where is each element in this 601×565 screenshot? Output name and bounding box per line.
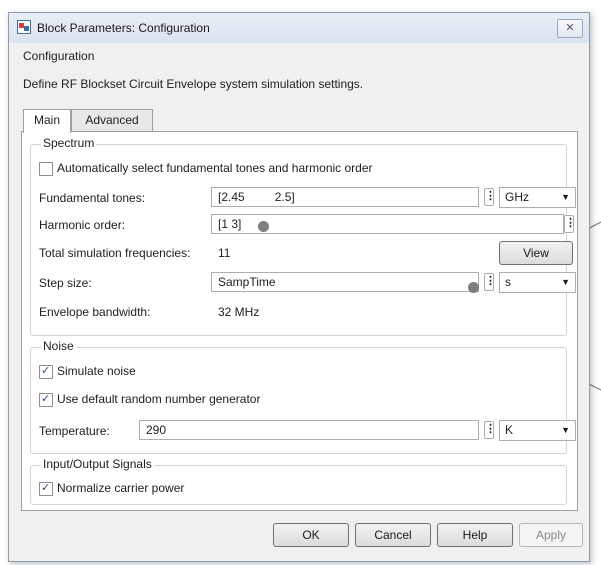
chevron-down-icon: ▼ bbox=[561, 277, 570, 287]
total-frequencies-value: 11 bbox=[218, 246, 231, 260]
apply-button[interactable]: Apply bbox=[519, 523, 583, 547]
close-button[interactable]: ✕ bbox=[557, 19, 583, 38]
temperature-options-button[interactable]: ⋮ bbox=[484, 421, 496, 439]
fundamental-tones-label: Fundamental tones: bbox=[39, 191, 146, 205]
chevron-down-icon: ▼ bbox=[561, 192, 570, 202]
step-size-unit-value: s bbox=[505, 275, 511, 289]
simulate-noise-checkbox[interactable] bbox=[39, 364, 53, 379]
temperature-unit-value: K bbox=[505, 423, 514, 437]
temperature-input[interactable]: 290 bbox=[139, 420, 479, 440]
view-button[interactable]: View bbox=[499, 241, 573, 265]
auto-select-checkbox[interactable] bbox=[39, 162, 53, 176]
tab-main[interactable]: Main bbox=[23, 109, 71, 133]
step-size-label: Step size: bbox=[39, 276, 92, 290]
default-rng-checkbox[interactable] bbox=[39, 392, 53, 407]
block-parameters-dialog: Block Parameters: Configuration ✕ Config… bbox=[8, 12, 590, 562]
envelope-bandwidth-label: Envelope bandwidth: bbox=[39, 305, 151, 319]
step-size-callout-dot bbox=[468, 282, 479, 293]
title-bar: Block Parameters: Configuration ✕ bbox=[9, 13, 589, 43]
spectrum-group: Spectrum Automatically select fundamenta… bbox=[30, 136, 576, 336]
io-signals-group-label: Input/Output Signals bbox=[41, 457, 154, 471]
simulink-block-icon bbox=[17, 20, 31, 34]
help-button[interactable]: Help bbox=[437, 523, 513, 547]
tab-advanced[interactable]: Advanced bbox=[71, 109, 153, 131]
harmonic-order-options-button[interactable]: ⋮ bbox=[564, 215, 576, 233]
step-size-input[interactable]: SampTime bbox=[211, 272, 479, 292]
noise-group: Noise Simulate noise Use default random … bbox=[30, 339, 576, 454]
fundamental-tones-unit-value: GHz bbox=[505, 190, 529, 204]
io-signals-group: Input/Output Signals Normalize carrier p… bbox=[30, 457, 567, 505]
fundamental-tones-options-button[interactable]: ⋮ bbox=[484, 188, 496, 206]
window-title: Block Parameters: Configuration bbox=[37, 21, 210, 35]
harmonic-order-callout-dot bbox=[258, 221, 269, 232]
simulate-noise-label: Simulate noise bbox=[57, 364, 136, 378]
harmonic-order-label: Harmonic order: bbox=[39, 218, 126, 232]
total-frequencies-label: Total simulation frequencies: bbox=[39, 246, 191, 260]
normalize-power-label: Normalize carrier power bbox=[57, 481, 185, 495]
cancel-button[interactable]: Cancel bbox=[355, 523, 431, 547]
close-icon: ✕ bbox=[565, 22, 575, 34]
temperature-label: Temperature: bbox=[39, 424, 110, 438]
auto-select-label: Automatically select fundamental tones a… bbox=[57, 161, 373, 175]
default-rng-label: Use default random number generator bbox=[57, 392, 261, 406]
block-description: Define RF Blockset Circuit Envelope syst… bbox=[23, 77, 364, 91]
envelope-bandwidth-value: 32 MHz bbox=[218, 305, 260, 319]
fundamental-tones-input[interactable]: [2.45 2.5] bbox=[211, 187, 479, 207]
fundamental-tones-unit-select[interactable]: GHz ▼ bbox=[499, 187, 576, 208]
chevron-down-icon: ▼ bbox=[561, 425, 570, 435]
step-size-unit-select[interactable]: s ▼ bbox=[499, 272, 576, 293]
block-name-heading: Configuration bbox=[23, 49, 95, 63]
ok-button[interactable]: OK bbox=[273, 523, 349, 547]
step-size-options-button[interactable]: ⋮ bbox=[484, 273, 496, 291]
normalize-power-checkbox[interactable] bbox=[39, 481, 53, 496]
main-tab-panel: Spectrum Automatically select fundamenta… bbox=[21, 131, 578, 511]
temperature-unit-select[interactable]: K ▼ bbox=[499, 420, 576, 441]
spectrum-group-label: Spectrum bbox=[41, 136, 97, 150]
noise-group-label: Noise bbox=[41, 339, 76, 353]
